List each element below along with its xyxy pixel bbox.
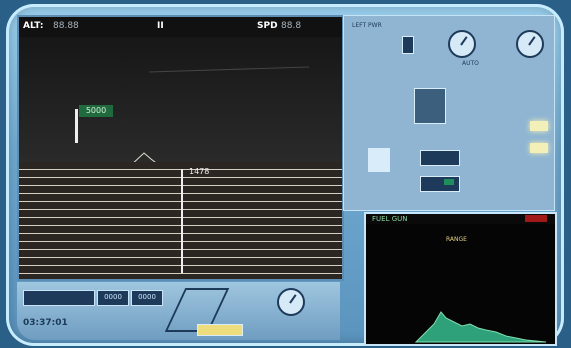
fuel-scope: FUEL GUN RANGE (364, 212, 557, 346)
target-flag-pole (75, 109, 78, 143)
distant-ridge (148, 66, 310, 73)
clock-gauge-icon (516, 30, 544, 58)
field-1: 0000 (97, 290, 129, 306)
display-b-indicator (444, 179, 454, 185)
panel-label-mid: AUTO (462, 60, 479, 67)
fuel-trace (414, 311, 547, 343)
field-2: 0000 (131, 290, 163, 306)
direction-pad[interactable] (368, 148, 390, 172)
instrument-panel: LEFT PWR AUTO (343, 15, 555, 211)
panel-label-top: LEFT PWR (352, 22, 382, 29)
scope-trace-svg (414, 311, 547, 343)
warning-light-1 (530, 121, 548, 131)
fuel-gauge-icon (448, 30, 476, 58)
warning-light-2 (530, 143, 548, 153)
status-field (23, 290, 95, 306)
engage-button[interactable] (197, 324, 243, 336)
display-a (420, 150, 460, 166)
attitude-gauge-icon (277, 288, 305, 316)
landing-marker-label: 1478 (189, 167, 210, 176)
display-b (420, 176, 460, 192)
control-bar: 0000 0000 03:37:01 (17, 282, 340, 340)
mode-selector[interactable] (414, 88, 446, 124)
main-display: ALT: 88.88 II SPD 88.8 5000 1478 (17, 15, 344, 281)
power-toggle[interactable] (402, 36, 414, 54)
landing-marker (181, 169, 183, 273)
mission-clock: 03:37:01 (23, 318, 68, 328)
target-flag: 5000 (79, 105, 113, 117)
